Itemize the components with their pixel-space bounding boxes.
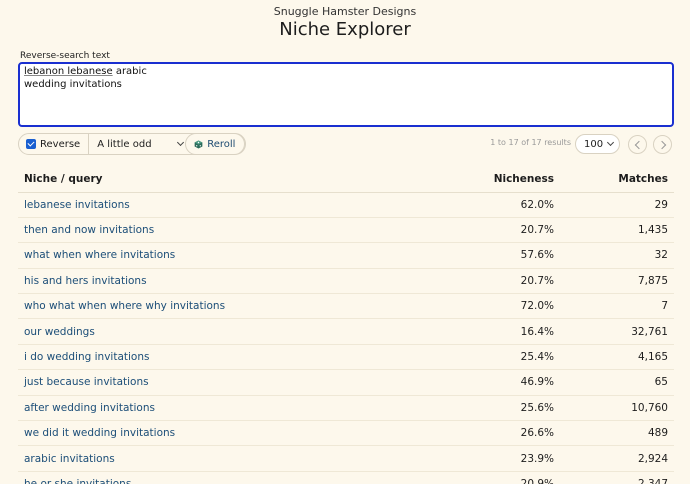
- row-matches: 7,875: [560, 268, 674, 295]
- table-row[interactable]: our weddings 16.4% 32,761: [18, 318, 674, 345]
- row-matches: 7: [560, 293, 674, 320]
- row-nicheness: 25.6%: [388, 395, 560, 422]
- page-size-value: 100: [584, 138, 604, 150]
- table-row[interactable]: arabic invitations 23.9% 2,924: [18, 445, 674, 472]
- search-label: Reverse-search text: [20, 51, 110, 61]
- table-row[interactable]: i do wedding invitations 25.4% 4,165: [18, 344, 674, 371]
- row-matches: 2,347: [560, 471, 674, 484]
- row-query[interactable]: we did it wedding invitations: [18, 420, 388, 447]
- column-header-matches[interactable]: Matches: [560, 167, 674, 193]
- row-query[interactable]: our weddings: [18, 318, 388, 345]
- row-nicheness: 46.9%: [388, 369, 560, 396]
- row-nicheness: 72.0%: [388, 293, 560, 320]
- row-matches: 1,435: [560, 217, 674, 244]
- die-icon: [194, 139, 203, 149]
- row-matches: 10,760: [560, 395, 674, 422]
- results-table: Niche / query Nicheness Matches lebanese…: [18, 167, 674, 484]
- reverse-label: Reverse: [40, 138, 81, 150]
- brand-name: Snuggle Hamster Designs: [273, 5, 417, 18]
- row-nicheness: 20.7%: [388, 217, 560, 244]
- column-header-nicheness[interactable]: Nicheness: [388, 167, 560, 193]
- row-matches: 29: [560, 192, 674, 218]
- table-row[interactable]: we did it wedding invitations 26.6% 489: [18, 420, 674, 447]
- table-row[interactable]: after wedding invitations 25.6% 10,760: [18, 395, 674, 422]
- row-nicheness: 16.4%: [388, 318, 560, 345]
- table-row[interactable]: what when where invitations 57.6% 32: [18, 242, 674, 269]
- mode-select-value: A little odd: [97, 138, 152, 150]
- row-nicheness: 23.9%: [388, 445, 560, 472]
- row-query[interactable]: then and now invitations: [18, 217, 388, 244]
- row-nicheness: 26.6%: [388, 420, 560, 447]
- row-matches: 32,761: [560, 318, 674, 345]
- reverse-toggle[interactable]: Reverse: [19, 134, 90, 154]
- reroll-button[interactable]: Reroll: [185, 133, 246, 155]
- prev-page-button[interactable]: [628, 135, 647, 154]
- row-matches: 2,924: [560, 445, 674, 472]
- row-nicheness: 20.9%: [388, 471, 560, 484]
- toolbar: Reverse A little odd Reroll 1 to 17 of 1…: [18, 133, 674, 155]
- table-row[interactable]: he or she invitations 20.9% 2,347: [18, 471, 674, 484]
- row-query[interactable]: arabic invitations: [18, 445, 388, 472]
- column-header-query[interactable]: Niche / query: [18, 167, 388, 193]
- row-query[interactable]: who what when where why invitations: [18, 293, 388, 320]
- row-nicheness: 62.0%: [388, 192, 560, 218]
- table-row[interactable]: just because invitations 46.9% 65: [18, 369, 674, 396]
- row-query[interactable]: what when where invitations: [18, 242, 388, 269]
- row-matches: 4,165: [560, 344, 674, 371]
- table-row[interactable]: lebanese invitations 62.0% 29: [18, 192, 674, 218]
- page-size-select[interactable]: 100: [575, 134, 620, 154]
- reverse-checkbox[interactable]: [26, 139, 36, 149]
- row-matches: 65: [560, 369, 674, 396]
- table-row[interactable]: his and hers invitations 20.7% 7,875: [18, 268, 674, 295]
- row-query[interactable]: i do wedding invitations: [18, 344, 388, 371]
- results-info: 1 to 17 of 17 results: [490, 138, 571, 147]
- row-matches: 32: [560, 242, 674, 269]
- chevron-down-icon: [177, 138, 185, 147]
- search-text-line1-a: lebanon lebanese: [24, 66, 113, 77]
- next-page-button[interactable]: [653, 135, 672, 154]
- row-nicheness: 20.7%: [388, 268, 560, 295]
- chevron-down-icon: [606, 138, 615, 147]
- row-matches: 489: [560, 420, 674, 447]
- reroll-label: Reroll: [207, 138, 236, 150]
- search-text-line2: wedding invitations: [24, 78, 122, 90]
- row-nicheness: 57.6%: [388, 242, 560, 269]
- row-query[interactable]: after wedding invitations: [18, 395, 388, 422]
- row-query[interactable]: lebanese invitations: [18, 192, 388, 218]
- mode-select[interactable]: A little odd: [89, 134, 186, 154]
- row-query[interactable]: his and hers invitations: [18, 268, 388, 295]
- table-row[interactable]: then and now invitations 20.7% 1,435: [18, 217, 674, 244]
- controls-group: Reverse A little odd Reroll: [18, 133, 247, 155]
- row-nicheness: 25.4%: [388, 344, 560, 371]
- search-text-line1-b: arabic: [112, 66, 147, 77]
- reverse-search-textarea[interactable]: lebanon lebanese arabic wedding invitati…: [18, 62, 674, 127]
- page-title: Niche Explorer: [279, 19, 411, 40]
- table-row[interactable]: who what when where why invitations 72.0%…: [18, 293, 674, 320]
- row-query[interactable]: just because invitations: [18, 369, 388, 396]
- row-query[interactable]: he or she invitations: [18, 471, 388, 484]
- table-header-row: Niche / query Nicheness Matches: [18, 167, 674, 193]
